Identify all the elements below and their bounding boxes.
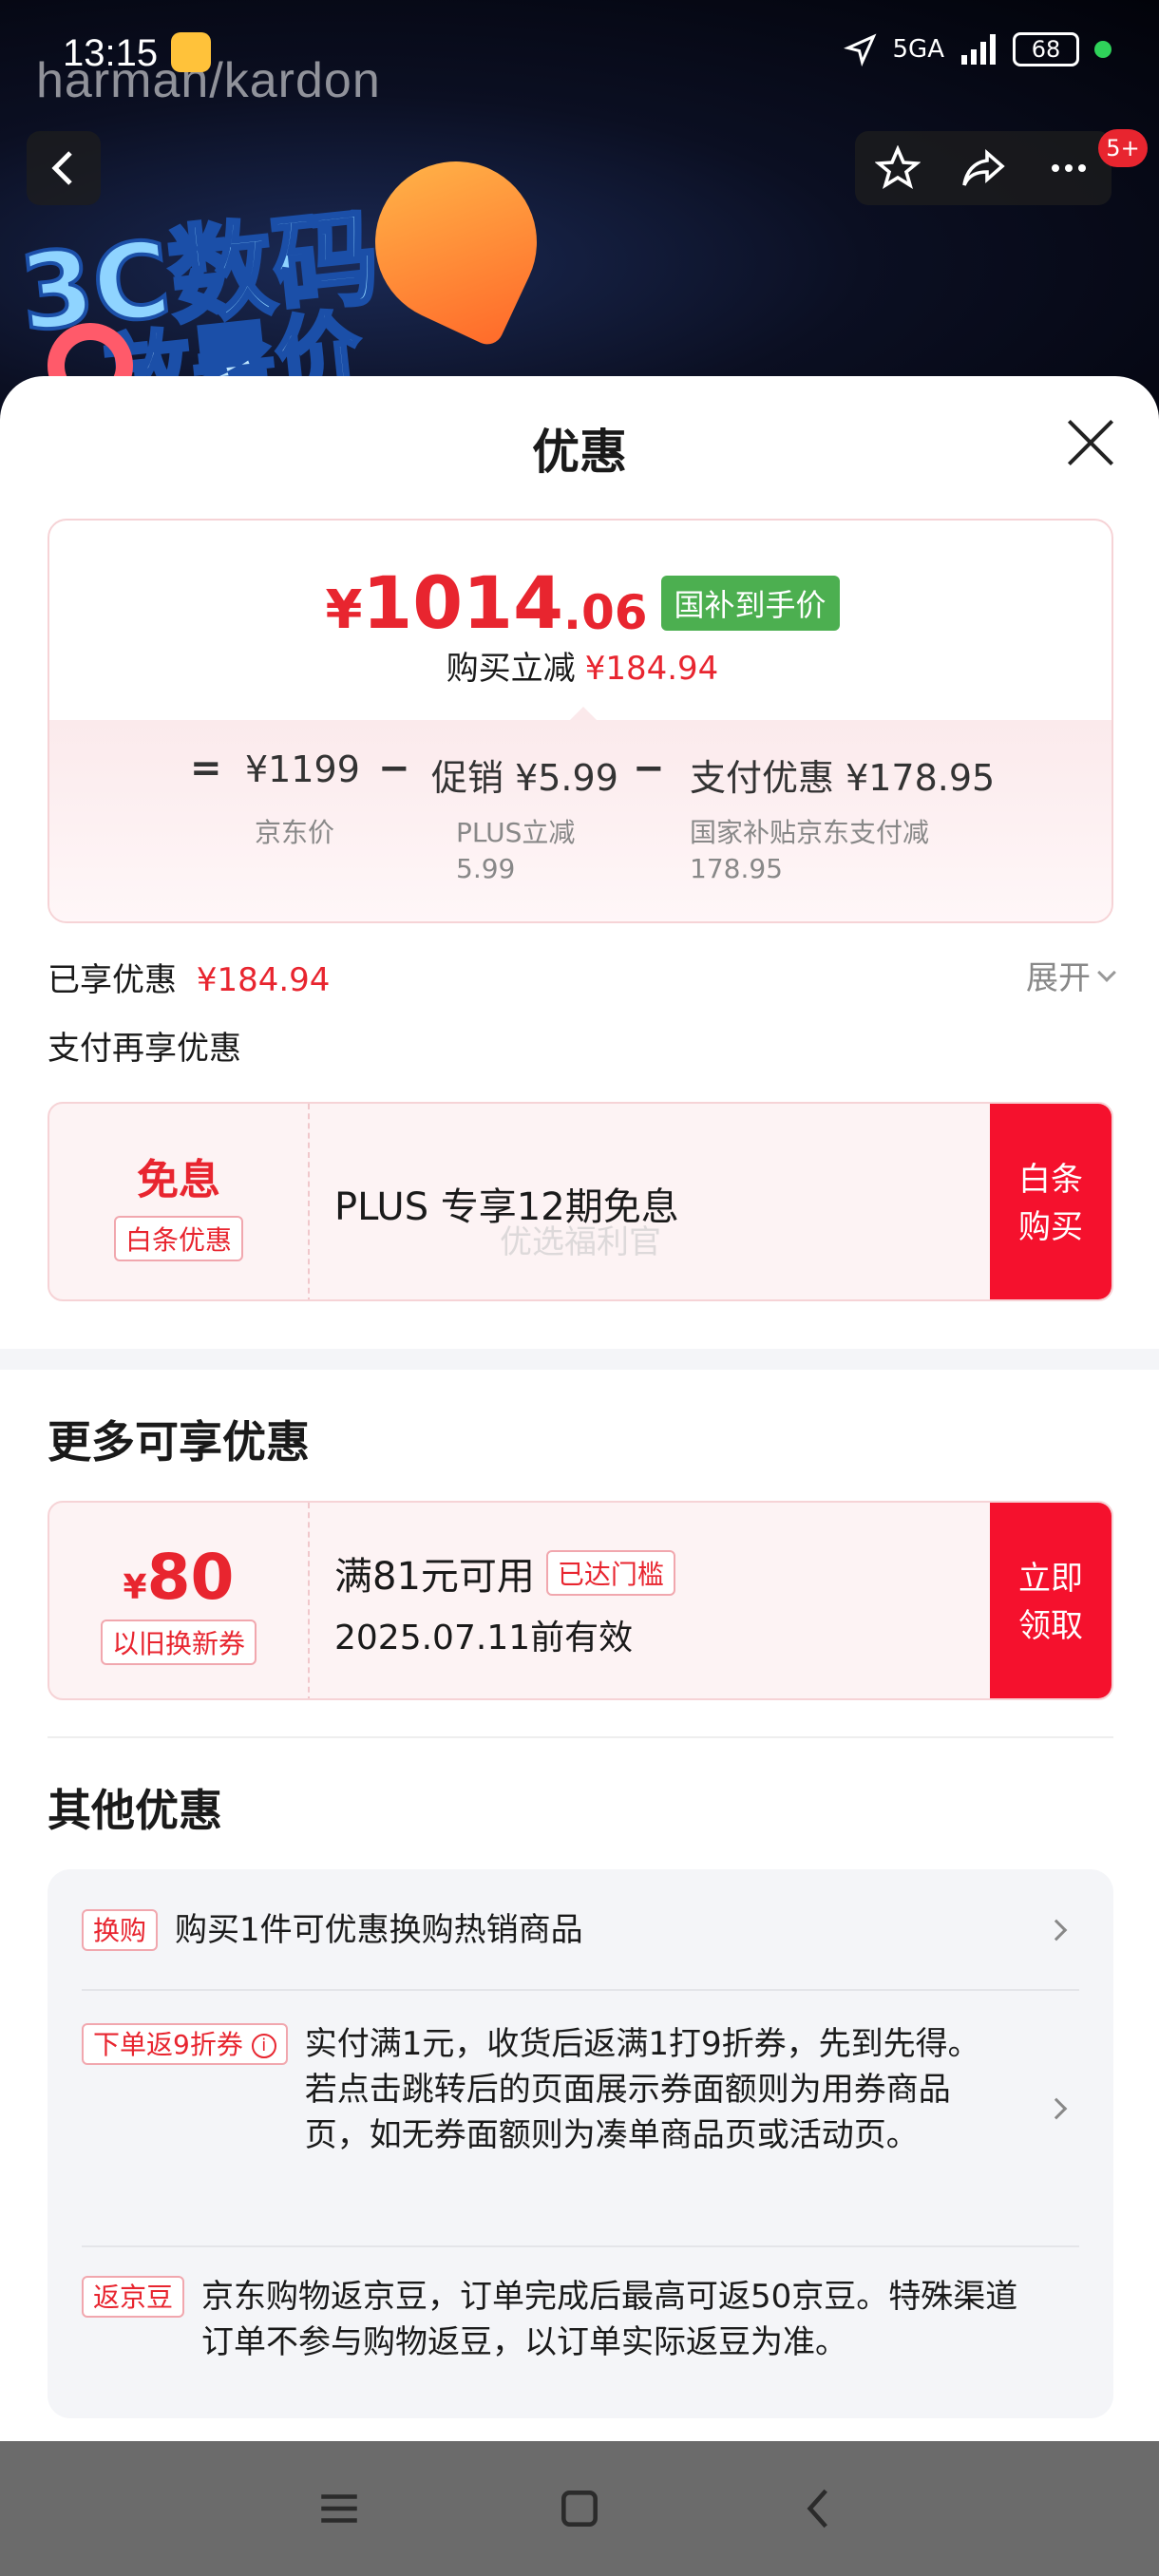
coupon-left-panel: ¥80 以旧换新券: [49, 1503, 310, 1698]
coupon-tag: 以旧换新券: [100, 1619, 256, 1665]
battery-level: 68: [1031, 36, 1061, 63]
battery-icon: 68: [1013, 32, 1079, 66]
menu-icon[interactable]: [315, 2485, 363, 2532]
coupon-content: PLUS 专享12期免息: [334, 1104, 679, 1299]
enjoyed-value: ¥184.94: [196, 961, 331, 999]
divider-line: [82, 1989, 1079, 1991]
jd-price-label: 京东价: [255, 817, 335, 848]
offer-tag: 下单返9折券 i: [82, 2023, 288, 2065]
final-price: ¥ 1014 .06 国补到手价: [49, 560, 1112, 645]
header-actions: [855, 131, 1112, 205]
payment-sub-value: 178.95: [690, 853, 783, 884]
expand-label: 展开: [1026, 959, 1091, 997]
promo-sub-value: 5.99: [456, 853, 516, 884]
discount-label: 购买立减: [446, 650, 576, 688]
enjoyed-label: 已享优惠: [48, 961, 177, 999]
threshold-reached-tag: 已达门槛: [545, 1550, 675, 1596]
chevron-right-icon: [1045, 1919, 1068, 1941]
claim-coupon-button[interactable]: 立即 领取: [990, 1503, 1112, 1698]
network-label: 5GA: [892, 35, 944, 64]
sheet-title: 优惠: [532, 425, 627, 480]
offer-text: 实付满1元，收货后返满1打9折券，先到先得。若点击跳转后的页面展示券面额则为用券…: [304, 2025, 980, 2154]
enjoyed-discount: 已享优惠 ¥184.94: [48, 954, 330, 1000]
coupon-tag: 白条优惠: [113, 1216, 243, 1261]
info-icon: i: [251, 2034, 276, 2058]
chevron-left-icon: [51, 151, 72, 185]
equals-sign: =: [190, 747, 222, 790]
share-icon[interactable]: [960, 145, 1006, 191]
more-offers-title: 更多可享优惠: [48, 1416, 310, 1468]
other-offers-list: 换购 购买1件可优惠换购热销商品 下单返9折券 i 实付满1元，收货后返满1打9…: [48, 1869, 1113, 2418]
tradein-coupon: ¥80 以旧换新券 满81元可用 已达门槛 2025.07.11前有效 立即 领…: [48, 1501, 1113, 1700]
status-bar: 13:15 5GA 68: [0, 0, 1159, 104]
back-button[interactable]: [27, 131, 101, 205]
offer-tag-label: 下单返9折券: [93, 2029, 243, 2060]
promo-discount: 促销 ¥5.99: [431, 757, 618, 799]
privacy-indicator-icon: [1094, 41, 1112, 58]
notification-app-icon: [171, 32, 211, 72]
payment-discount: 支付优惠 ¥178.95: [690, 757, 996, 799]
list-item[interactable]: 返京豆 京东购物返京豆，订单完成后最高可返50京豆。特殊渠道订单不参与购物返豆，…: [82, 2274, 1079, 2365]
price-decimal: .06: [562, 584, 648, 640]
home-icon[interactable]: [556, 2485, 603, 2532]
minus-sign: −: [378, 747, 410, 790]
message-badge: 5+: [1098, 129, 1148, 167]
discount-summary: 购买立减 ¥184.94: [49, 642, 1112, 689]
offer-text: 京东购物返京豆，订单完成后最高可返50京豆。特殊渠道订单不参与购物返豆，以订单实…: [201, 2278, 1018, 2361]
close-button[interactable]: [1066, 418, 1113, 465]
divider-line: [82, 2245, 1079, 2247]
subsidy-price-tag: 国补到手价: [660, 575, 840, 631]
chevron-down-icon: [1097, 962, 1116, 982]
system-nav-bar: [0, 2441, 1159, 2576]
coupon-condition: 满81元可用: [334, 1555, 535, 1599]
coupon-value: 80: [146, 1540, 235, 1614]
jd-price: ¥1199: [245, 748, 360, 790]
watermark-text: 优选福利官: [500, 1223, 661, 1261]
back-icon[interactable]: [796, 2485, 844, 2532]
offer-text: 购买1件可优惠换购热销商品: [175, 1911, 583, 1949]
section-divider: [0, 1349, 1159, 1370]
expand-button[interactable]: 展开: [1026, 952, 1116, 998]
price-currency: ¥: [325, 579, 363, 641]
price-breakdown: = ¥1199 京东价 − 促销 ¥5.99 PLUS立减 5.99 − 支付优…: [49, 720, 1112, 921]
discount-value: ¥184.94: [584, 650, 719, 688]
baitiao-buy-button[interactable]: 白条 购买: [990, 1104, 1112, 1299]
coupon-title: 免息: [137, 1156, 220, 1204]
chevron-right-icon: [1045, 2097, 1068, 2120]
location-icon: [843, 33, 876, 66]
baitiao-coupon: 免息 白条优惠 PLUS 专享12期免息 优选福利官 白条 购买: [48, 1102, 1113, 1301]
offer-tag: 换购: [82, 1909, 159, 1951]
pay-more-label: 支付再享优惠: [48, 1030, 241, 1068]
status-icons: 5GA 68: [843, 32, 1112, 66]
coupon-amount: ¥80: [124, 1541, 235, 1614]
pointer-triangle: [570, 707, 597, 720]
more-icon[interactable]: [1046, 145, 1092, 191]
star-icon[interactable]: [875, 145, 921, 191]
promo-sub-label: PLUS立减: [456, 817, 576, 848]
signal-icon: [961, 34, 996, 65]
list-item[interactable]: 下单返9折券 i 实付满1元，收货后返满1打9折券，先到先得。若点击跳转后的页面…: [82, 2021, 1079, 2158]
other-offers-title: 其他优惠: [48, 1785, 222, 1836]
payment-sub-label: 国家补贴京东支付减: [690, 817, 930, 848]
status-time: 13:15: [63, 32, 159, 74]
price-card: ¥ 1014 .06 国补到手价 购买立减 ¥184.94 = ¥1199 京东价…: [48, 519, 1113, 923]
coupon-content: 满81元可用 已达门槛 2025.07.11前有效: [334, 1503, 675, 1698]
coupon-currency: ¥: [123, 1567, 147, 1607]
discount-sheet: 优惠 ¥ 1014 .06 国补到手价 购买立减 ¥184.94 = ¥1199 …: [0, 376, 1159, 2441]
coupon-expiry: 2025.07.11前有效: [334, 1619, 634, 1657]
divider-line: [48, 1736, 1113, 1738]
minus-sign: −: [633, 747, 665, 790]
offer-tag: 返京豆: [82, 2276, 185, 2318]
list-item[interactable]: 换购 购买1件可优惠换购热销商品: [82, 1907, 1079, 1953]
coupon-left-panel: 免息 白条优惠: [49, 1104, 310, 1299]
price-integer: 1014: [362, 560, 563, 645]
